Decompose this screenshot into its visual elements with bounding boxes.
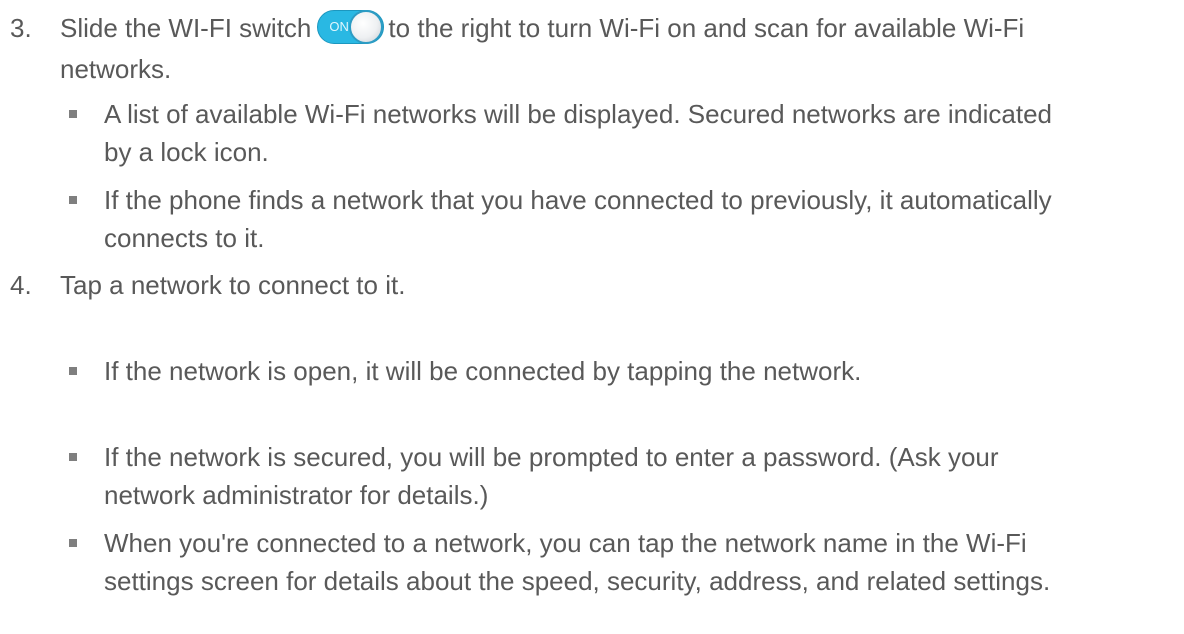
switch-knob xyxy=(349,10,384,45)
step-4-bullet-2-line-1: If the network is secured, you will be p… xyxy=(104,442,999,472)
step-3-number: 3. xyxy=(10,13,32,43)
step-4-bullet-3-line-2: settings screen for details about the sp… xyxy=(104,566,1051,596)
step-3-text-before-switch: Slide the WI-FI switch xyxy=(60,13,312,43)
bullet-marker xyxy=(69,539,77,547)
step-3-bullet-1-line-1: A list of available Wi-Fi networks will … xyxy=(104,99,1052,129)
bullet-marker xyxy=(69,367,77,375)
step-4-bullet-3-line-1: When you're connected to a network, you … xyxy=(104,528,1027,558)
bullet-marker xyxy=(69,196,77,204)
step-3-bullet-2-line-2: connects to it. xyxy=(104,223,265,253)
step-3-text-after-switch: to the right to turn Wi-Fi on and scan f… xyxy=(388,13,1025,43)
step-3-bullet-1-line-2: by a lock icon. xyxy=(104,137,269,167)
step-4-line-1: Tap a network to connect to it. xyxy=(60,270,406,300)
step-4-number: 4. xyxy=(10,270,32,300)
switch-label: ON xyxy=(329,19,349,35)
step-3-line-2: networks. xyxy=(60,54,172,84)
step-3-bullet-2-line-1: If the phone finds a network that you ha… xyxy=(104,185,1052,215)
wifi-switch-icon: ON xyxy=(317,10,385,45)
step-4-bullet-2-line-2: network administrator for details.) xyxy=(104,480,489,510)
bullet-marker xyxy=(69,110,77,118)
step-4-bullet-1-line-1: If the network is open, it will be conne… xyxy=(104,356,862,386)
step-3-line-1: Slide the WI-FI switch ON to the right to … xyxy=(60,10,1025,45)
instructions-page: 3. Slide the WI-FI switch ON to the right … xyxy=(0,0,1184,634)
bullet-marker xyxy=(69,453,77,461)
